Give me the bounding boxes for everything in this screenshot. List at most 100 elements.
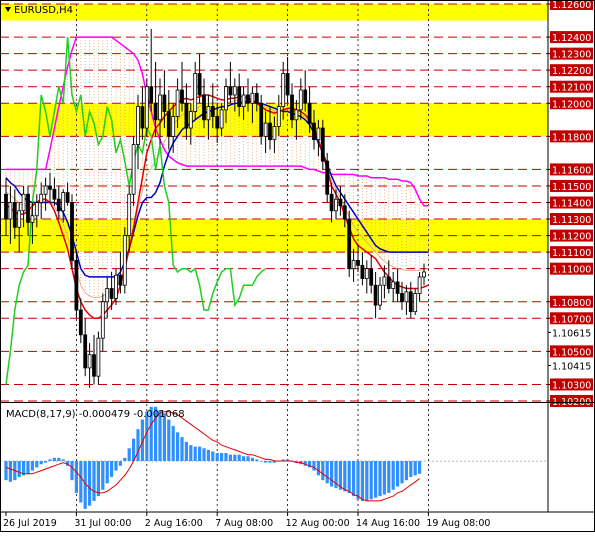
candle-body: [303, 89, 308, 104]
candle-body: [96, 337, 101, 377]
candle-body: [285, 73, 290, 96]
candle-body: [386, 276, 391, 289]
candle-body: [193, 73, 198, 112]
candle-body: [180, 89, 184, 104]
macd-bar: [374, 461, 378, 498]
candle-body: [373, 284, 378, 306]
time-label: 7 Aug 08:00: [215, 518, 273, 529]
candle-body: [74, 259, 79, 311]
macd-label: MACD(8,17,9) -0.000479 -0.001068: [6, 409, 185, 420]
candle-body: [43, 185, 48, 195]
candle-body: [197, 73, 202, 96]
macd-bar: [114, 461, 118, 471]
macd-bar: [176, 432, 180, 462]
macd-bar: [237, 454, 241, 462]
macd-bar: [356, 461, 360, 500]
candle-body: [210, 106, 215, 117]
candle-body: [184, 102, 189, 129]
macd-bar: [250, 457, 254, 462]
candle-body: [188, 111, 193, 129]
macd-bar: [123, 457, 127, 462]
chart-canvas[interactable]: 0.003450.00-0.00307 1.126001.124001.1230…: [0, 0, 595, 532]
macd-bar: [360, 461, 364, 501]
macd-bar: [255, 459, 259, 462]
candle-body: [140, 106, 145, 129]
price-label: 1.10800: [552, 298, 591, 309]
macd-bar: [246, 456, 250, 462]
price-label: 1.12000: [552, 99, 591, 110]
candle-body: [395, 281, 400, 294]
macd-bar: [167, 419, 171, 462]
candle-body: [48, 185, 52, 190]
candle-body: [413, 293, 418, 313]
candle-body: [276, 106, 281, 127]
candle-body: [422, 271, 426, 278]
candle-body: [298, 89, 303, 111]
candle-body: [391, 281, 396, 289]
price-label: 1.11600: [552, 165, 591, 176]
candle-body: [39, 193, 44, 203]
candle-body: [268, 122, 272, 141]
candle-body: [360, 264, 365, 279]
candle-body: [52, 188, 57, 200]
price-label: 1.10615: [552, 328, 591, 339]
candle-body: [232, 86, 237, 96]
macd-bar: [35, 461, 39, 468]
candle-body: [100, 301, 105, 339]
candle-body: [250, 92, 255, 104]
candle-body: [206, 106, 211, 121]
candle-body: [369, 268, 374, 286]
candle-body: [162, 94, 167, 112]
candle-body: [325, 160, 330, 195]
macd-bar: [400, 461, 404, 484]
macd-bar: [118, 461, 122, 466]
candle-body: [17, 210, 22, 228]
macd-bar: [101, 461, 105, 490]
macd-bar: [365, 461, 369, 501]
candle-body: [202, 94, 206, 121]
candle-body: [131, 144, 136, 195]
macd-bar: [312, 461, 316, 471]
candle-body: [34, 202, 39, 217]
macd-bar: [396, 461, 400, 487]
macd-bar: [48, 459, 52, 462]
candle-body: [281, 73, 286, 107]
candle-body: [56, 198, 61, 212]
macd-bar: [79, 461, 83, 503]
candle-body: [114, 274, 118, 299]
candle-body: [290, 94, 294, 121]
price-label: 1.12100: [552, 83, 591, 94]
candle-body: [254, 92, 259, 104]
macd-bar: [30, 461, 34, 471]
candle-body: [259, 102, 264, 137]
price-label: 1.12600: [552, 0, 591, 11]
macd-bar: [189, 445, 193, 462]
macd-bar: [228, 454, 232, 462]
macd-bar: [382, 461, 386, 495]
price-label: 1.11100: [552, 248, 591, 259]
candle-body: [136, 106, 140, 146]
candle-body: [109, 288, 114, 299]
candle-body: [83, 334, 88, 369]
price-label: 1.11500: [552, 182, 591, 193]
price-label: 1.12400: [552, 33, 591, 44]
candle-body: [8, 202, 13, 220]
candle-body: [228, 86, 233, 96]
price-label: 1.10500: [552, 347, 591, 358]
candle-body: [334, 198, 338, 212]
candle-body: [382, 276, 387, 286]
macd-bar: [88, 461, 92, 506]
candle-body: [144, 86, 149, 129]
candle-body: [312, 122, 316, 141]
candle-body: [338, 198, 343, 207]
macd-bar: [180, 437, 184, 462]
candle-body: [320, 127, 325, 162]
price-label: 1.12200: [552, 66, 591, 77]
candle-body: [378, 284, 382, 306]
candle-body: [329, 193, 334, 212]
time-label: 14 Aug 16:00: [356, 518, 420, 529]
macd-bar: [184, 441, 188, 462]
chart-title: EURUSD,H4: [5, 5, 73, 16]
macd-bar: [127, 448, 131, 462]
macd-bar: [413, 461, 417, 476]
